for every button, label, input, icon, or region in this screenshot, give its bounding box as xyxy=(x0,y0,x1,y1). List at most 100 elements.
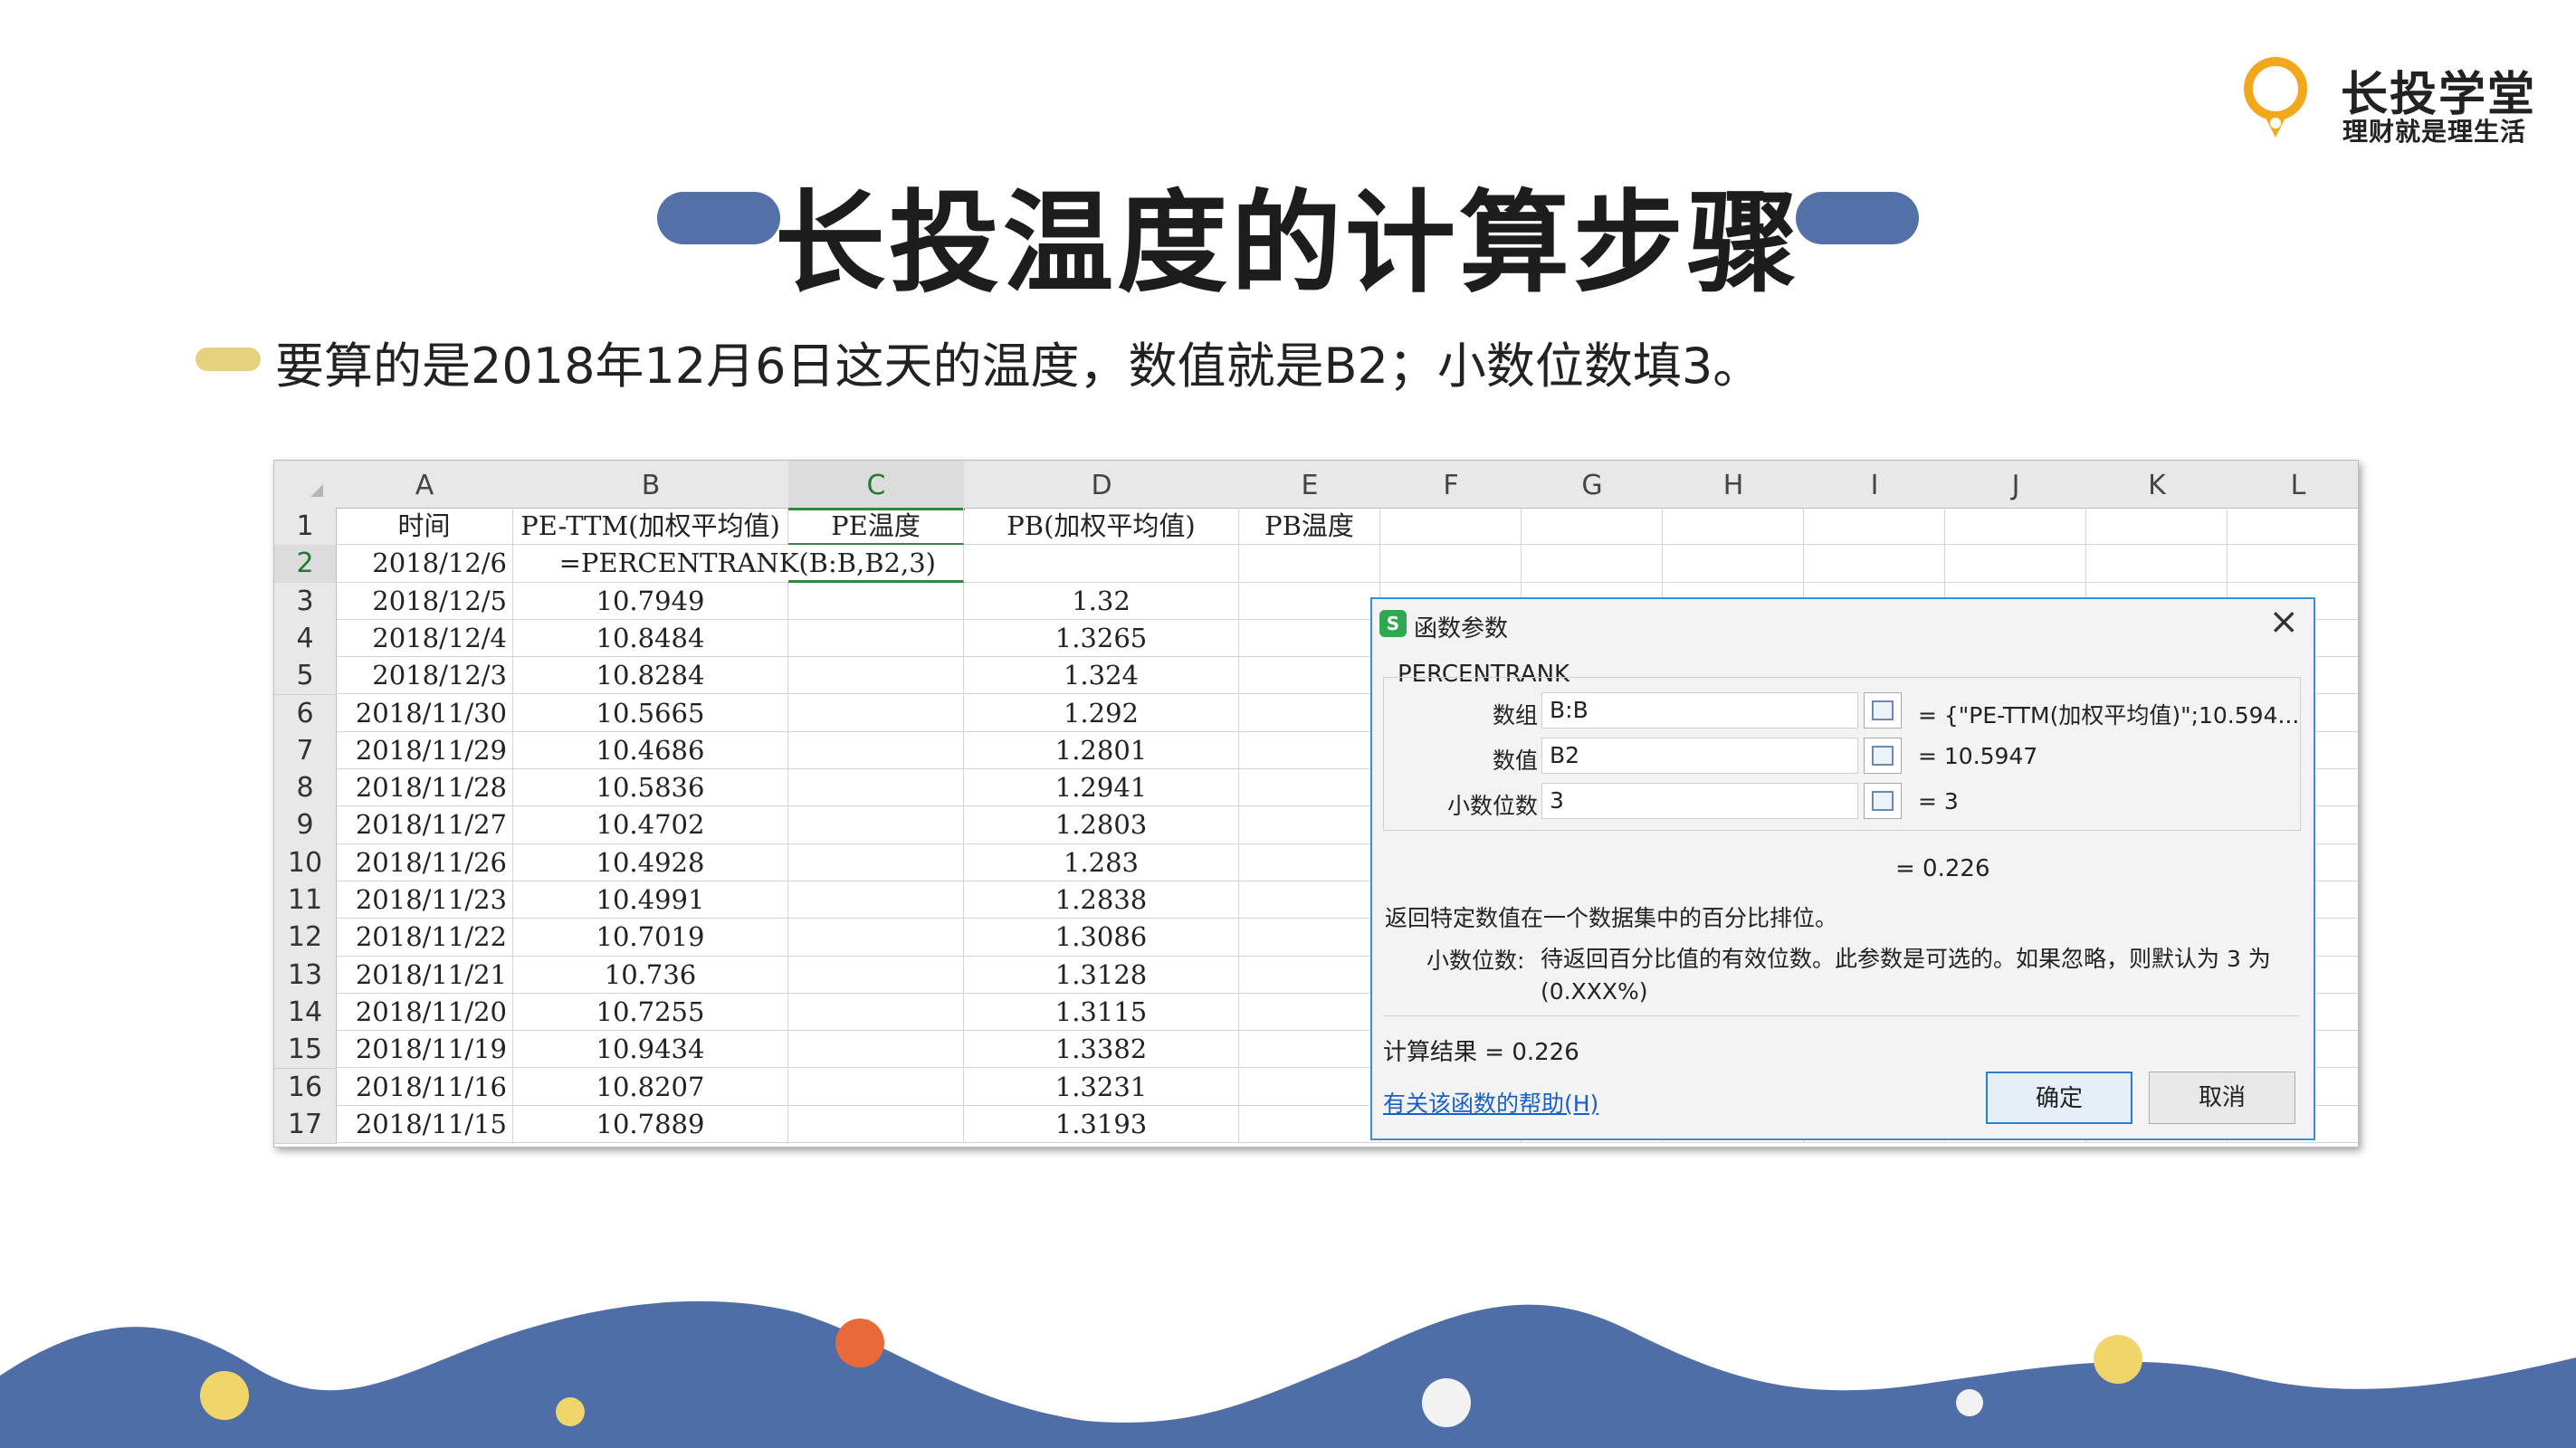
column-header-c[interactable]: C xyxy=(788,461,965,510)
cell-d9[interactable]: 1.2803 xyxy=(964,806,1239,844)
cell-a4[interactable]: 2018/12/4 xyxy=(336,619,513,658)
column-header-f[interactable]: F xyxy=(1380,461,1522,509)
cell-c8[interactable] xyxy=(788,769,964,807)
row-header-8[interactable]: 8 xyxy=(274,769,337,808)
cell-a16[interactable]: 2018/11/16 xyxy=(336,1068,513,1106)
cell-c14[interactable] xyxy=(788,993,964,1032)
row-header-17[interactable]: 17 xyxy=(274,1105,337,1145)
column-header-i[interactable]: I xyxy=(1804,461,1946,509)
row-header-11[interactable]: 11 xyxy=(274,881,337,920)
cell-b17[interactable]: 10.7889 xyxy=(513,1105,788,1144)
cell-d4[interactable]: 1.3265 xyxy=(964,619,1239,658)
cell-l2[interactable] xyxy=(2228,545,2358,583)
row-header-3[interactable]: 3 xyxy=(274,582,337,621)
cell-e7[interactable] xyxy=(1239,731,1380,770)
cell-b5[interactable]: 10.8284 xyxy=(513,657,788,695)
cell-a10[interactable]: 2018/11/26 xyxy=(336,843,513,881)
cell-b3[interactable]: 10.7949 xyxy=(513,582,788,620)
cell-c17[interactable] xyxy=(788,1105,964,1144)
column-header-j[interactable]: J xyxy=(1945,461,2087,509)
cell-d7[interactable]: 1.2801 xyxy=(964,731,1239,770)
cell-b13[interactable]: 10.736 xyxy=(513,956,788,994)
row-header-2[interactable]: 2 xyxy=(274,545,337,584)
cell-b12[interactable]: 10.7019 xyxy=(513,919,788,957)
cell-e6[interactable] xyxy=(1239,694,1380,732)
cell-b4[interactable]: 10.8484 xyxy=(513,619,788,658)
column-header-h[interactable]: H xyxy=(1663,461,1805,509)
cell-i1[interactable] xyxy=(1804,508,1945,546)
cell-d3[interactable]: 1.32 xyxy=(964,582,1239,620)
cell-c9[interactable] xyxy=(788,806,964,844)
row-header-12[interactable]: 12 xyxy=(274,919,337,957)
cell-b6[interactable]: 10.5665 xyxy=(513,694,788,732)
cell-e9[interactable] xyxy=(1239,806,1380,844)
cell-b15[interactable]: 10.9434 xyxy=(513,1031,788,1069)
cell-d1[interactable]: PB(加权平均值) xyxy=(964,508,1239,546)
cell-e1[interactable]: PB温度 xyxy=(1239,508,1380,546)
cell-e16[interactable] xyxy=(1239,1068,1380,1106)
cell-a14[interactable]: 2018/11/20 xyxy=(336,993,513,1032)
cell-e2[interactable] xyxy=(1239,545,1380,583)
cell-d10[interactable]: 1.283 xyxy=(964,843,1239,881)
cell-c15[interactable] xyxy=(788,1031,964,1069)
row-header-5[interactable]: 5 xyxy=(274,657,337,696)
cell-d14[interactable]: 1.3115 xyxy=(964,993,1239,1032)
cell-e12[interactable] xyxy=(1239,919,1380,957)
active-cell-c2[interactable] xyxy=(788,545,964,583)
significance-range-select-icon[interactable] xyxy=(1864,783,1902,819)
cell-c3[interactable] xyxy=(788,582,964,620)
cell-j1[interactable] xyxy=(1945,508,2086,546)
select-all-corner[interactable] xyxy=(274,461,337,509)
cell-g2[interactable] xyxy=(1522,545,1663,583)
column-header-g[interactable]: G xyxy=(1522,461,1664,509)
cell-c5[interactable] xyxy=(788,657,964,695)
cell-a13[interactable]: 2018/11/21 xyxy=(336,956,513,994)
cell-b9[interactable]: 10.4702 xyxy=(513,806,788,844)
column-header-d[interactable]: D xyxy=(964,461,1240,509)
row-header-4[interactable]: 4 xyxy=(274,619,337,659)
cell-c13[interactable] xyxy=(788,956,964,994)
cell-b8[interactable]: 10.5836 xyxy=(513,769,788,807)
cell-e8[interactable] xyxy=(1239,769,1380,807)
cell-k2[interactable] xyxy=(2086,545,2228,583)
row-header-1[interactable]: 1 xyxy=(274,508,337,547)
cell-a17[interactable]: 2018/11/15 xyxy=(336,1105,513,1144)
cell-d6[interactable]: 1.292 xyxy=(964,694,1239,732)
cell-a7[interactable]: 2018/11/29 xyxy=(336,731,513,770)
cell-d5[interactable]: 1.324 xyxy=(964,657,1239,695)
cell-c16[interactable] xyxy=(788,1068,964,1106)
cell-d11[interactable]: 1.2838 xyxy=(964,881,1239,919)
cell-i2[interactable] xyxy=(1804,545,1945,583)
row-header-14[interactable]: 14 xyxy=(274,993,337,1033)
cell-b11[interactable]: 10.4991 xyxy=(513,881,788,919)
cell-d12[interactable]: 1.3086 xyxy=(964,919,1239,957)
column-header-a[interactable]: A xyxy=(336,461,514,509)
row-header-13[interactable]: 13 xyxy=(274,956,337,995)
cell-a3[interactable]: 2018/12/5 xyxy=(336,582,513,620)
close-icon[interactable]: × xyxy=(2268,601,2299,643)
row-header-10[interactable]: 10 xyxy=(274,843,337,882)
cell-d15[interactable]: 1.3382 xyxy=(964,1031,1239,1069)
cell-k1[interactable] xyxy=(2086,508,2228,546)
cell-g1[interactable] xyxy=(1522,508,1663,546)
cell-b7[interactable]: 10.4686 xyxy=(513,731,788,770)
cell-e15[interactable] xyxy=(1239,1031,1380,1069)
cell-b16[interactable]: 10.8207 xyxy=(513,1068,788,1106)
row-header-15[interactable]: 15 xyxy=(274,1031,337,1070)
significance-input[interactable]: 3 xyxy=(1541,783,1858,819)
row-header-7[interactable]: 7 xyxy=(274,731,337,771)
cell-e14[interactable] xyxy=(1239,993,1380,1032)
column-header-b[interactable]: B xyxy=(513,461,789,509)
cell-c12[interactable] xyxy=(788,919,964,957)
row-header-16[interactable]: 16 xyxy=(274,1068,337,1107)
cell-a11[interactable]: 2018/11/23 xyxy=(336,881,513,919)
cell-f2[interactable] xyxy=(1380,545,1522,583)
cell-l1[interactable] xyxy=(2228,508,2358,546)
help-link[interactable]: 有关该函数的帮助(H) xyxy=(1383,1086,1598,1119)
cell-d17[interactable]: 1.3193 xyxy=(964,1105,1239,1144)
column-header-l[interactable]: L xyxy=(2228,461,2358,509)
column-header-k[interactable]: K xyxy=(2086,461,2228,509)
cell-b1[interactable]: PE-TTM(加权平均值) xyxy=(513,508,788,546)
cell-a5[interactable]: 2018/12/3 xyxy=(336,657,513,695)
row-header-6[interactable]: 6 xyxy=(274,694,337,733)
